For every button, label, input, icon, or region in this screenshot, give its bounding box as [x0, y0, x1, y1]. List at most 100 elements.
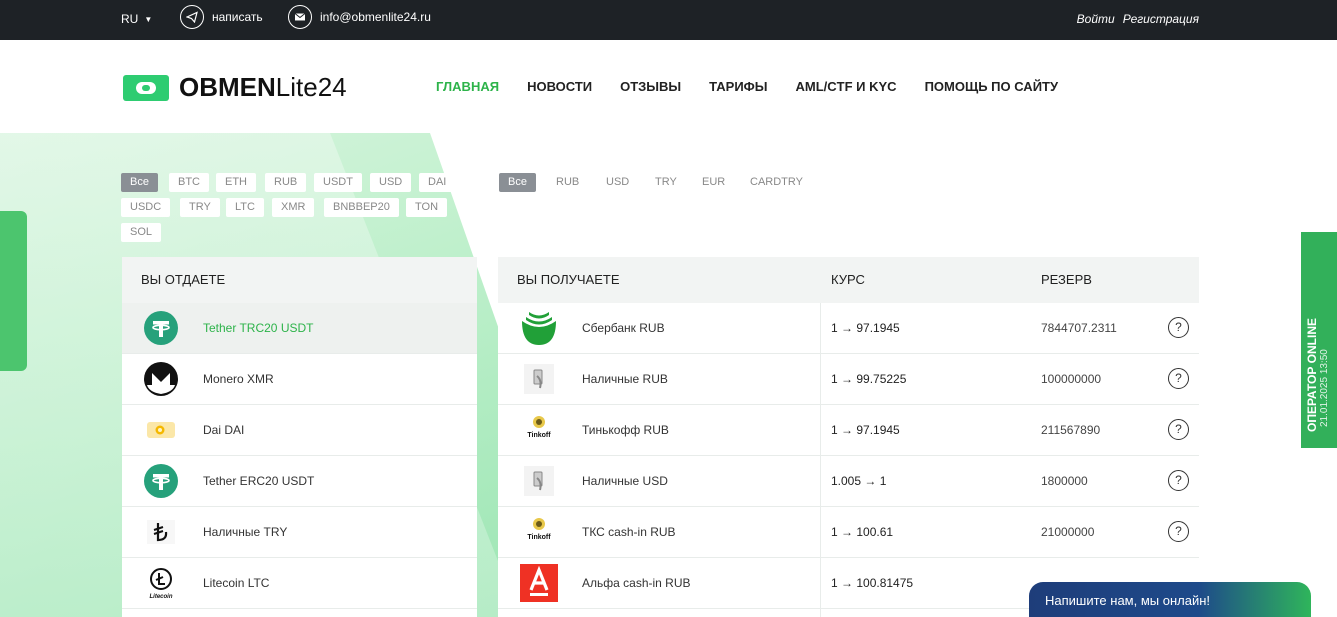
telegram-label: написать: [212, 10, 263, 24]
chat-label: Напишите нам, мы онлайн!: [1045, 593, 1211, 608]
nav-news[interactable]: НОВОСТИ: [527, 79, 592, 94]
operator-online-tab[interactable]: ОПЕРАТОР ONLINE 21.01.2025 13:50: [1301, 232, 1337, 448]
cash-icon: [520, 360, 558, 398]
reserve-amount: 21000000: [1041, 525, 1095, 539]
reserve-amount: 7844707.2311: [1041, 321, 1117, 335]
info-icon[interactable]: ?: [1168, 317, 1189, 338]
exchange-rate: 1 → 97.1945: [831, 321, 900, 335]
give-table-header: ВЫ ОТДАЕТЕ: [122, 257, 477, 303]
cash-icon: [520, 462, 558, 500]
give-filter-xmr[interactable]: XMR: [272, 198, 315, 217]
give-filter-sol[interactable]: SOL: [121, 223, 162, 242]
nav-help[interactable]: ПОМОЩЬ ПО САЙТУ: [925, 79, 1059, 94]
currency-name: Альфа cash-in RUB: [582, 576, 691, 590]
exchange-rate: 1 → 97.1945: [831, 423, 900, 437]
receive-column-header: ВЫ ПОЛУЧАЕТЕ: [517, 272, 620, 287]
receive-row-cash-rub[interactable]: Наличные RUB 1 → 99.75225 100000000 ?: [498, 354, 1199, 405]
rate-column-header: КУРС: [831, 272, 865, 287]
operator-date: 21.01.2025 13:50: [1319, 349, 1330, 427]
info-icon[interactable]: ?: [1168, 419, 1189, 440]
lira-icon: [142, 513, 180, 551]
get-filter-try[interactable]: TRY: [646, 173, 686, 192]
give-filter-btc[interactable]: BTC: [169, 173, 209, 192]
give-filter-bnbbep20[interactable]: BNBBEP20: [324, 198, 399, 217]
give-filter-rub[interactable]: RUB: [265, 173, 307, 192]
currency-name: Сбербанк RUB: [582, 321, 665, 335]
litecoin-icon: Litecoin: [142, 564, 180, 602]
nav-tariffs[interactable]: ТАРИФЫ: [709, 79, 767, 94]
give-row-litecoin[interactable]: Litecoin Litecoin LTC: [122, 558, 477, 609]
receive-row-cash-usd[interactable]: Наличные USD 1.005 → 1 1800000 ?: [498, 456, 1199, 507]
operator-online-label: ОПЕРАТОР ONLINE: [1305, 317, 1319, 432]
site-logo[interactable]: OBMENLite24: [123, 71, 347, 103]
give-filter-eth[interactable]: ETH: [216, 173, 256, 192]
currency-name: ТКС cash-in RUB: [582, 525, 676, 539]
top-bar: RU ▼ написать info@obmenlite24.ru Войти …: [0, 0, 1337, 40]
currency-name: Наличные USD: [582, 474, 668, 488]
get-filter-cardtry[interactable]: CARDTRY: [741, 173, 812, 192]
give-row-dai[interactable]: Dai DAI: [122, 405, 477, 456]
login-link[interactable]: Войти: [1077, 12, 1115, 26]
telegram-link[interactable]: написать: [180, 5, 263, 29]
chat-widget[interactable]: Напишите нам, мы онлайн!: [1029, 582, 1311, 617]
language-selector[interactable]: RU ▼: [121, 12, 152, 26]
get-filter-all[interactable]: Все: [499, 173, 536, 192]
currency-name: Тинькофф RUB: [582, 423, 669, 437]
language-label: RU: [121, 12, 139, 26]
currency-name: Наличные RUB: [582, 372, 668, 386]
main-nav: ГЛАВНАЯ НОВОСТИ ОТЗЫВЫ ТАРИФЫ AML/CTF И …: [436, 79, 1058, 94]
give-row-monero[interactable]: Monero XMR: [122, 354, 477, 405]
info-icon[interactable]: ?: [1168, 470, 1189, 491]
auth-links: Войти Регистрация: [1077, 12, 1199, 26]
get-filter-usd[interactable]: USD: [597, 173, 638, 192]
receive-row-tks-cashin[interactable]: Tinkoff ТКС cash-in RUB 1 → 100.61 21000…: [498, 507, 1199, 558]
give-filter-all[interactable]: Все: [121, 173, 158, 192]
monero-icon: [142, 360, 180, 398]
currency-label: Tether TRC20 USDT: [203, 321, 314, 335]
currency-label: Наличные TRY: [203, 525, 288, 539]
register-link[interactable]: Регистрация: [1123, 12, 1199, 26]
give-filter-ton[interactable]: TON: [406, 198, 448, 217]
reserve-amount: 1800000: [1041, 474, 1088, 488]
tether-icon: [142, 309, 180, 347]
nav-aml[interactable]: AML/CTF И KYC: [796, 79, 897, 94]
reserve-amount: 211567890: [1041, 423, 1101, 437]
give-filter-usd[interactable]: USD: [370, 173, 412, 192]
info-icon[interactable]: ?: [1168, 521, 1189, 542]
give-filter-usdc[interactable]: USDC: [121, 198, 171, 217]
receive-row-tinkoff[interactable]: Tinkoff Тинькофф RUB 1 → 97.1945 2115678…: [498, 405, 1199, 456]
email-icon: [288, 5, 312, 29]
currency-label: Litecoin LTC: [203, 576, 270, 590]
give-filter-usdt[interactable]: USDT: [314, 173, 362, 192]
logo-text: OBMENLite24: [179, 71, 347, 102]
give-filter-try[interactable]: TRY: [180, 198, 220, 217]
give-table: ВЫ ОТДАЕТЕ Tether TRC20 USDT Monero XMR …: [122, 257, 477, 617]
alfa-bank-icon: [520, 564, 558, 602]
tether-icon: [142, 462, 180, 500]
side-panel-tab[interactable]: [0, 211, 27, 371]
exchange-rate: 1 → 99.75225: [831, 372, 907, 386]
sberbank-icon: [520, 309, 558, 347]
email-link[interactable]: info@obmenlite24.ru: [288, 5, 431, 29]
currency-label: Dai DAI: [203, 423, 245, 437]
give-filter-ltc[interactable]: LTC: [226, 198, 264, 217]
currency-label: Monero XMR: [203, 372, 274, 386]
info-icon[interactable]: ?: [1168, 368, 1189, 389]
nav-reviews[interactable]: ОТЗЫВЫ: [620, 79, 681, 94]
receive-row-sberbank[interactable]: Сбербанк RUB 1 → 97.1945 7844707.2311 ?: [498, 303, 1199, 354]
reserve-amount: 100000000: [1041, 372, 1102, 386]
give-filter-dai[interactable]: DAI: [419, 173, 456, 192]
banknote-icon: [123, 71, 169, 103]
give-row-cash-try[interactable]: Наличные TRY: [122, 507, 477, 558]
svg-text:Tinkoff: Tinkoff: [527, 534, 551, 541]
email-label: info@obmenlite24.ru: [320, 10, 431, 24]
get-filter-rub[interactable]: RUB: [547, 173, 588, 192]
nav-home[interactable]: ГЛАВНАЯ: [436, 79, 499, 94]
receive-table-header: ВЫ ПОЛУЧАЕТЕ КУРС РЕЗЕРВ: [498, 257, 1199, 303]
get-filter-eur[interactable]: EUR: [693, 173, 734, 192]
telegram-icon: [180, 5, 204, 29]
give-row-tether-erc20[interactable]: Tether ERC20 USDT: [122, 456, 477, 507]
chevron-down-icon: ▼: [144, 14, 153, 24]
exchange-rate: 1.005 → 1: [831, 474, 887, 488]
give-row-tether-trc20[interactable]: Tether TRC20 USDT: [122, 303, 477, 354]
